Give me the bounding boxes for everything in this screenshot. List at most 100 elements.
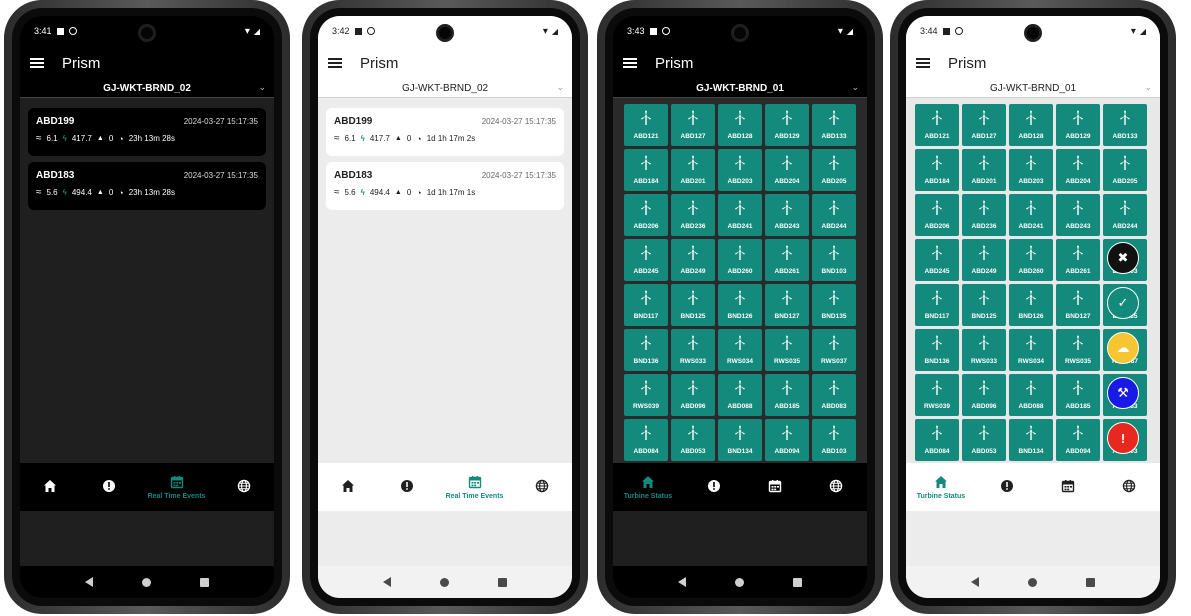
status-filter-button[interactable]: ⚒ bbox=[1107, 377, 1139, 409]
back-button[interactable] bbox=[84, 577, 93, 587]
home-system-button[interactable] bbox=[141, 577, 151, 587]
nav-alerts[interactable] bbox=[694, 479, 734, 495]
turbine-tile[interactable]: ABD241 bbox=[718, 194, 762, 236]
turbine-tile[interactable]: ABD184 bbox=[624, 149, 668, 191]
back-button[interactable] bbox=[677, 577, 686, 587]
menu-icon[interactable] bbox=[916, 58, 930, 68]
turbine-tile[interactable]: BND126 bbox=[1009, 284, 1053, 326]
turbine-tile[interactable]: ABD243 bbox=[1056, 194, 1100, 236]
nav-map[interactable] bbox=[522, 479, 562, 495]
turbine-tile[interactable]: ABD203 bbox=[1009, 149, 1053, 191]
turbine-tile[interactable]: ABD083 bbox=[812, 374, 856, 416]
turbine-tile[interactable]: ABD244 bbox=[1103, 194, 1147, 236]
turbine-tile[interactable]: ABD204 bbox=[1056, 149, 1100, 191]
site-dropdown[interactable]: GJ-WKT-BRND_02 ⌄ bbox=[318, 80, 572, 98]
recents-button[interactable] bbox=[1086, 577, 1096, 587]
turbine-tile[interactable]: ABD096 bbox=[962, 374, 1006, 416]
nav-map[interactable] bbox=[816, 479, 856, 495]
turbine-tile[interactable]: ABD185 bbox=[1056, 374, 1100, 416]
turbine-tile[interactable]: RWS034 bbox=[1009, 329, 1053, 371]
turbine-tile[interactable]: RWS037 bbox=[812, 329, 856, 371]
turbine-tile[interactable]: RWS033 bbox=[671, 329, 715, 371]
site-dropdown[interactable]: GJ-WKT-BRND_02 ⌄ bbox=[20, 80, 274, 98]
turbine-tile[interactable]: ABD121 bbox=[624, 104, 668, 146]
nav-home[interactable]: Turbine Status bbox=[917, 475, 965, 500]
turbine-tile[interactable]: BND117 bbox=[624, 284, 668, 326]
back-button[interactable] bbox=[970, 577, 979, 587]
turbine-tile[interactable]: RWS039 bbox=[915, 374, 959, 416]
status-filter-button[interactable]: ☁ bbox=[1107, 332, 1139, 364]
turbine-tile[interactable]: ABD205 bbox=[1103, 149, 1147, 191]
turbine-tile[interactable]: ABD128 bbox=[718, 104, 762, 146]
recents-button[interactable] bbox=[498, 577, 508, 587]
menu-icon[interactable] bbox=[623, 58, 637, 68]
turbine-tile[interactable]: RWS035 bbox=[1056, 329, 1100, 371]
nav-real-time-events[interactable]: Real Time Events bbox=[148, 475, 205, 500]
turbine-tile[interactable]: ABD133 bbox=[1103, 104, 1147, 146]
nav-real-time-events[interactable] bbox=[1048, 479, 1088, 495]
turbine-tile[interactable]: BND127 bbox=[765, 284, 809, 326]
event-card[interactable]: ABD183 2024-03-27 15:17:35 ≈5.6 ϟ 494.4 ▲ 0 ◔ 1d… bbox=[326, 162, 564, 210]
recents-button[interactable] bbox=[200, 577, 210, 587]
turbine-tile[interactable]: ABD103 bbox=[812, 419, 856, 461]
turbine-tile[interactable]: BND126 bbox=[718, 284, 762, 326]
menu-icon[interactable] bbox=[30, 58, 44, 68]
event-card[interactable]: ABD183 2024-03-27 15:17:35 ≈5.6 ϟ 494.4 ▲ 0 ◔ 23… bbox=[28, 162, 266, 210]
turbine-tile[interactable]: ABD185 bbox=[765, 374, 809, 416]
event-card[interactable]: ABD199 2024-03-27 15:17:35 ≈6.1 ϟ 417.7 ▲ 0 ◔ 1d… bbox=[326, 108, 564, 156]
turbine-tile[interactable]: ABD236 bbox=[671, 194, 715, 236]
recents-button[interactable] bbox=[793, 577, 803, 587]
turbine-tile[interactable]: ABD201 bbox=[962, 149, 1006, 191]
nav-home[interactable]: Turbine Status bbox=[624, 475, 672, 500]
nav-alerts[interactable] bbox=[987, 479, 1027, 495]
turbine-tile[interactable]: BND136 bbox=[915, 329, 959, 371]
site-dropdown[interactable]: GJ-WKT-BRND_01 ⌄ bbox=[906, 80, 1160, 98]
turbine-tile[interactable]: ABD261 bbox=[1056, 239, 1100, 281]
turbine-tile[interactable]: BND125 bbox=[962, 284, 1006, 326]
turbine-tile[interactable]: ABD094 bbox=[765, 419, 809, 461]
nav-alerts[interactable] bbox=[387, 479, 427, 495]
turbine-tile[interactable]: BND134 bbox=[1009, 419, 1053, 461]
turbine-tile[interactable]: ABD053 bbox=[962, 419, 1006, 461]
nav-home[interactable] bbox=[30, 479, 70, 495]
turbine-tile[interactable]: ABD088 bbox=[718, 374, 762, 416]
event-card[interactable]: ABD199 2024-03-27 15:17:35 ≈6.1 ϟ 417.7 ▲ 0 ◔ 23… bbox=[28, 108, 266, 156]
turbine-tile[interactable]: BND135 bbox=[812, 284, 856, 326]
turbine-tile[interactable]: RWS035 bbox=[765, 329, 809, 371]
turbine-tile[interactable]: BND103 bbox=[812, 239, 856, 281]
back-button[interactable] bbox=[382, 577, 391, 587]
turbine-tile[interactable]: ABD201 bbox=[671, 149, 715, 191]
nav-real-time-events[interactable]: Real Time Events bbox=[446, 475, 503, 500]
turbine-tile[interactable]: ABD245 bbox=[915, 239, 959, 281]
nav-alerts[interactable] bbox=[89, 479, 129, 495]
turbine-tile[interactable]: ABD243 bbox=[765, 194, 809, 236]
home-system-button[interactable] bbox=[734, 577, 744, 587]
turbine-tile[interactable]: ABD088 bbox=[1009, 374, 1053, 416]
turbine-tile[interactable]: BND136 bbox=[624, 329, 668, 371]
turbine-tile[interactable]: ABD206 bbox=[915, 194, 959, 236]
nav-map[interactable] bbox=[1109, 479, 1149, 495]
turbine-tile[interactable]: ABD206 bbox=[624, 194, 668, 236]
turbine-tile[interactable]: ABD241 bbox=[1009, 194, 1053, 236]
home-system-button[interactable] bbox=[1027, 577, 1037, 587]
turbine-tile[interactable]: ABD236 bbox=[962, 194, 1006, 236]
turbine-tile[interactable]: ABD127 bbox=[671, 104, 715, 146]
status-filter-button[interactable]: ✖ bbox=[1107, 242, 1139, 274]
nav-home[interactable] bbox=[328, 479, 368, 495]
turbine-tile[interactable]: ABD205 bbox=[812, 149, 856, 191]
turbine-tile[interactable]: ABD053 bbox=[671, 419, 715, 461]
turbine-tile[interactable]: ABD096 bbox=[671, 374, 715, 416]
turbine-tile[interactable]: ABD127 bbox=[962, 104, 1006, 146]
turbine-tile[interactable]: BND125 bbox=[671, 284, 715, 326]
turbine-tile[interactable]: ABD129 bbox=[1056, 104, 1100, 146]
turbine-tile[interactable]: ABD260 bbox=[1009, 239, 1053, 281]
turbine-tile[interactable]: ABD084 bbox=[624, 419, 668, 461]
turbine-tile[interactable]: RWS033 bbox=[962, 329, 1006, 371]
turbine-tile[interactable]: ABD129 bbox=[765, 104, 809, 146]
turbine-tile[interactable]: ABD084 bbox=[915, 419, 959, 461]
turbine-tile[interactable]: ABD244 bbox=[812, 194, 856, 236]
turbine-tile[interactable]: BND134 bbox=[718, 419, 762, 461]
nav-real-time-events[interactable] bbox=[755, 479, 795, 495]
turbine-tile[interactable]: RWS039 bbox=[624, 374, 668, 416]
turbine-tile[interactable]: ABD249 bbox=[962, 239, 1006, 281]
